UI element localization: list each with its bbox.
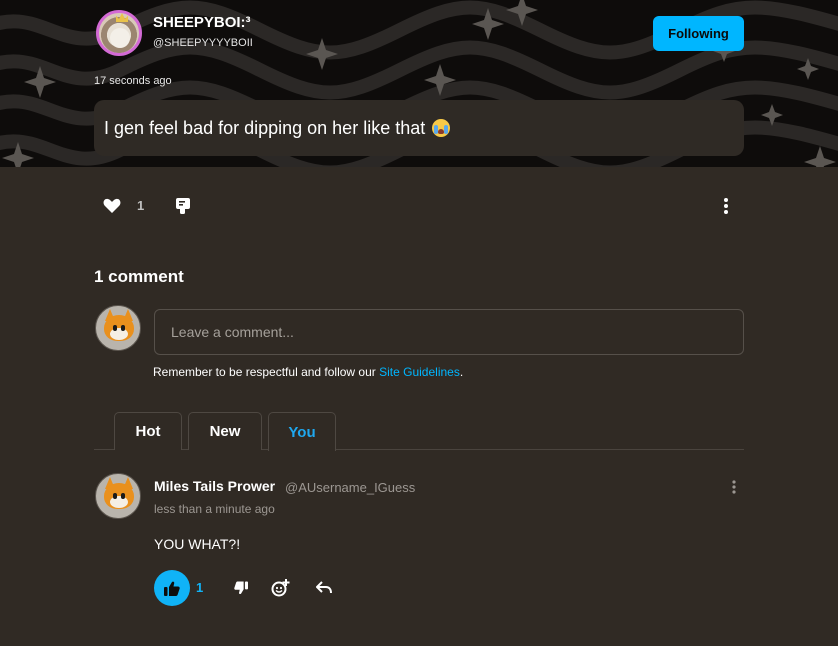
add-reaction-icon[interactable] (270, 578, 292, 598)
tab-new[interactable]: New (188, 412, 262, 450)
loudly-crying-face-icon (432, 119, 451, 137)
dislike-icon[interactable] (173, 195, 193, 217)
tab-hot[interactable]: Hot (114, 412, 182, 450)
comment-input[interactable] (154, 309, 744, 355)
comment-like-count: 1 (196, 580, 204, 595)
guidelines-period: . (459, 365, 464, 379)
avatar-face (110, 28, 130, 48)
site-guidelines-link[interactable]: Site Guidelines (379, 365, 460, 379)
commenter-avatar[interactable] (95, 473, 141, 519)
comment-time: less than a minute ago (154, 502, 275, 516)
post-like-count: 1 (137, 198, 145, 213)
thumbs-down-icon[interactable] (232, 579, 250, 597)
current-user-avatar (95, 305, 141, 351)
following-button[interactable]: Following (653, 16, 744, 51)
post-text: I gen feel bad for dipping on her like t… (104, 117, 426, 138)
post-body: I gen feel bad for dipping on her like t… (94, 100, 744, 156)
comments-title: 1 comment (94, 267, 184, 286)
thumbs-up-icon (162, 578, 182, 598)
guidelines-text: Remember to be respectful and follow our (153, 365, 380, 379)
profile-banner: SHEEPYBOI:³ @SHEEPYYYYBOII Following 17 … (0, 0, 838, 167)
post-more-icon[interactable] (718, 196, 734, 216)
tab-you[interactable]: You (268, 412, 336, 451)
author-avatar[interactable] (96, 10, 142, 56)
reply-icon[interactable] (314, 579, 334, 597)
commenter-handle[interactable]: @AUsername_IGuess (285, 480, 415, 495)
author-name[interactable]: SHEEPYBOI:³ (153, 14, 251, 31)
comment-text: YOU WHAT?! (154, 536, 241, 552)
comment-more-icon[interactable] (726, 478, 742, 496)
author-handle[interactable]: @SHEEPYYYYBOII (153, 37, 253, 49)
guidelines-note: Remember to be respectful and follow our… (153, 365, 463, 379)
post-timestamp: 17 seconds ago (94, 75, 172, 87)
post-page: SHEEPYBOI:³ @SHEEPYYYYBOII Following 17 … (0, 0, 838, 646)
crown-icon (116, 13, 128, 22)
like-heart-icon[interactable] (102, 196, 122, 216)
commenter-name[interactable]: Miles Tails Prower (154, 478, 275, 494)
